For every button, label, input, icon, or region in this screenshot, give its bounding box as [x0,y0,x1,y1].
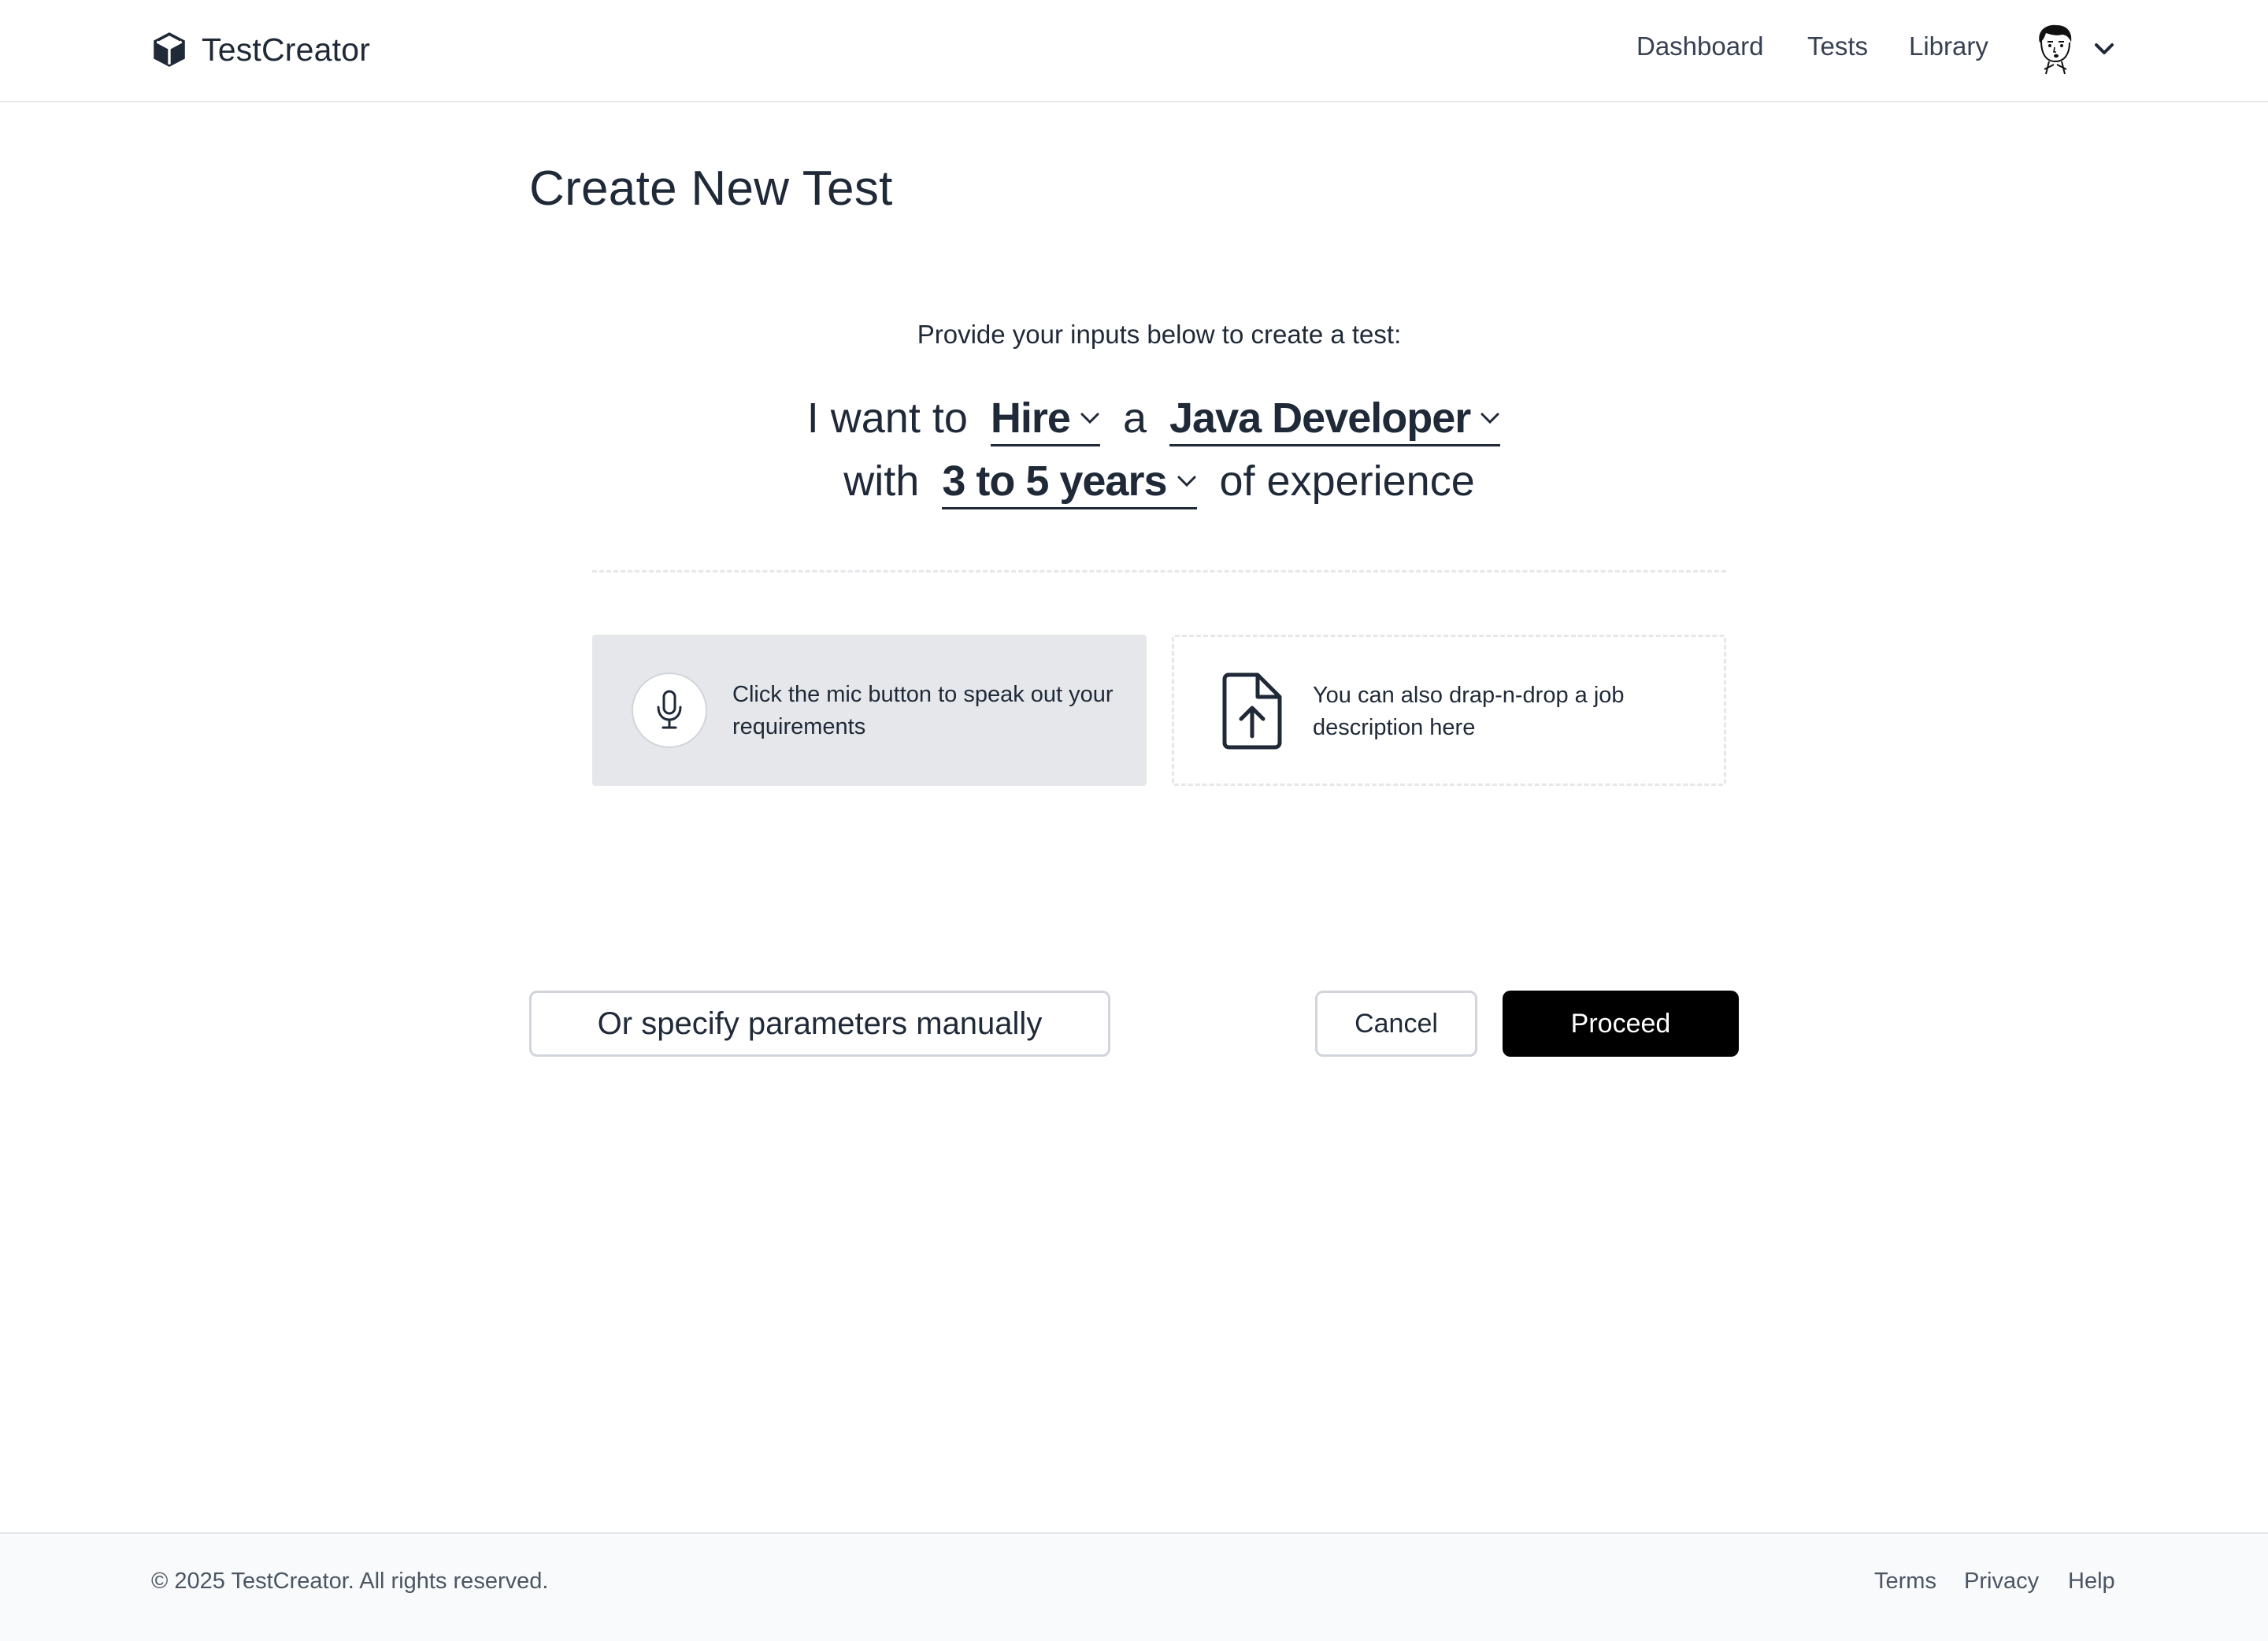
subtitle: Provide your inputs below to create a te… [917,320,1402,349]
manual-parameters-button[interactable]: Or specify parameters manually [529,991,1110,1057]
nav-link-tests[interactable]: Tests [1807,31,1868,61]
chevron-down-icon [1480,413,1499,424]
file-drop-hint: You can also drap-n-drop a job descripti… [1313,683,1625,740]
file-drop-zone[interactable]: You can also drap-n-drop a job descripti… [1172,635,1726,786]
role-value: Java Developer [1169,395,1471,442]
footer-link-terms[interactable]: Terms [1874,1569,1936,1595]
sentence-prefix: I want to [806,395,968,442]
requirement-sentence-line-2: with 3 to 5 years of experience [0,457,2268,509]
proceed-button[interactable]: Proceed [1503,991,1739,1057]
brand[interactable]: TestCreator [150,24,370,76]
footer-link-help[interactable]: Help [2068,1569,2115,1595]
voice-input-hint: Click the mic button to speak out your r… [732,682,1114,739]
microphone-icon [657,690,682,729]
action-dropdown[interactable]: Hire [990,394,1100,446]
top-nav-bar: TestCreator Dashboard Tests Library [0,0,2268,102]
action-value: Hire [990,395,1071,442]
sentence-suffix: of experience [1219,457,1475,505]
chevron-down-icon[interactable] [2092,39,2117,58]
footer: © 2025 TestCreator. All rights reserved.… [0,1532,2268,1641]
experience-dropdown[interactable]: 3 to 5 years [942,457,1197,509]
role-dropdown[interactable]: Java Developer [1169,394,1501,446]
file-upload-icon [1222,672,1282,750]
sentence-with: with [843,457,920,505]
voice-input-card: Click the mic button to speak out your r… [592,635,1147,786]
footer-link-privacy[interactable]: Privacy [1964,1569,2039,1595]
chevron-down-icon [1177,476,1195,487]
page-title: Create New Test [529,161,893,216]
cube-icon [154,32,185,67]
brand-name: TestCreator [202,31,371,68]
chevron-down-icon [1080,413,1099,424]
copyright-text: © 2025 TestCreator. All rights reserved. [151,1569,549,1594]
requirement-sentence-line-1: I want to Hire a Java Developer [0,394,2268,446]
nav-link-dashboard[interactable]: Dashboard [1636,31,1763,61]
sentence-joiner: a [1122,395,1147,442]
avatar-icon[interactable] [2030,22,2079,76]
experience-value: 3 to 5 years [942,457,1167,505]
cancel-button[interactable]: Cancel [1315,991,1477,1057]
nav-link-library[interactable]: Library [1909,31,1988,61]
section-divider [592,570,1726,572]
mic-button[interactable] [632,672,707,748]
